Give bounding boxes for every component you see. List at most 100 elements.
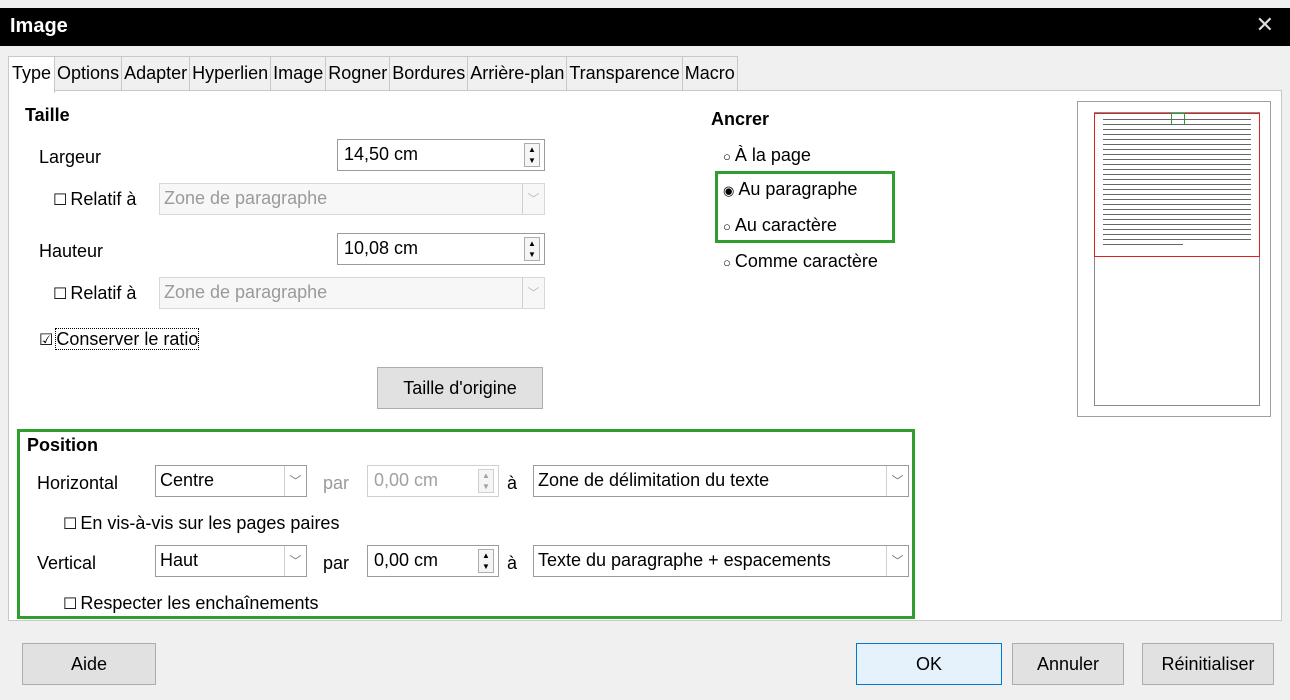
image-dialog: Image ✕ Type Options Adapter Hyperlien I… — [0, 0, 1290, 700]
preview-text-line — [1103, 209, 1251, 210]
vertical-reference-value: Texte du paragraphe + espacements — [538, 550, 831, 570]
relatif-largeur-select[interactable]: Zone de paragraphe ﹀ — [159, 183, 545, 215]
tab-image[interactable]: Image — [270, 56, 327, 91]
chevron-down-icon: ﹀ — [284, 546, 306, 576]
preview-text-line — [1103, 239, 1251, 240]
hauteur-spin-arrows[interactable]: ▲ ▼ — [524, 237, 540, 261]
tab-options[interactable]: Options — [54, 56, 123, 91]
radio-empty-icon: ○ — [723, 149, 731, 164]
radio-empty-icon: ○ — [723, 219, 731, 234]
relatif-hauteur-value: Zone de paragraphe — [164, 282, 328, 302]
relatif-largeur-value: Zone de paragraphe — [164, 188, 328, 208]
chevron-down-icon: ﹀ — [886, 466, 908, 496]
preview-text-line — [1103, 144, 1251, 145]
tab-bordures[interactable]: Bordures — [389, 56, 469, 91]
horizontal-par-label: par — [323, 473, 350, 493]
preview-text-line — [1103, 229, 1251, 230]
anchor-preview — [1077, 101, 1271, 417]
preview-text-line — [1103, 154, 1251, 155]
horizontal-offset-arrows[interactable]: ▲ ▼ — [478, 469, 494, 493]
conserver-ratio-checkbox[interactable]: ☑ Conserver le ratio — [39, 328, 200, 350]
radio-au-paragraphe[interactable]: ◉ Au paragraphe — [723, 179, 857, 200]
relatif-hauteur-checkbox[interactable]: ☐ Relatif à — [53, 283, 136, 304]
help-button[interactable]: Aide — [22, 643, 156, 685]
preview-text-line — [1103, 134, 1251, 135]
preview-text-line — [1103, 129, 1251, 130]
vertical-offset-arrows[interactable]: ▲ ▼ — [478, 549, 494, 573]
relatif-hauteur-label: Relatif à — [70, 283, 137, 303]
horizontal-label: Horizontal — [37, 473, 119, 493]
horizontal-a-label: à — [507, 473, 518, 493]
chevron-down-icon: ﹀ — [522, 278, 544, 308]
vertical-select[interactable]: Haut ﹀ — [155, 545, 307, 577]
conserver-ratio-label: Conserver le ratio — [55, 328, 200, 350]
preview-text-line — [1103, 204, 1251, 205]
preview-text-line — [1103, 219, 1251, 220]
preview-text-line — [1103, 159, 1251, 160]
horizontal-offset-value: 0,00 cm — [374, 470, 439, 490]
vertical-value: Haut — [160, 550, 199, 570]
preview-text-line — [1103, 174, 1251, 175]
radio-comme-caractere[interactable]: ○ Comme caractère — [723, 251, 878, 272]
checkbox-unchecked-icon: ☐ — [63, 596, 78, 613]
preview-text-line — [1103, 189, 1251, 190]
title-bar: Image ✕ — [0, 8, 1290, 46]
vertical-offset-spinbox[interactable]: 0,00 cm ▲ ▼ — [367, 545, 499, 577]
chevron-down-icon: ﹀ — [886, 546, 908, 576]
relatif-largeur-checkbox[interactable]: ☐ Relatif à — [53, 189, 136, 210]
position-heading: Position — [27, 435, 98, 455]
preview-text-line — [1103, 234, 1251, 235]
horizontal-select[interactable]: Centre ﹀ — [155, 465, 307, 497]
vertical-par-label: par — [323, 553, 350, 573]
ok-button[interactable]: OK — [856, 643, 1002, 685]
largeur-value: 14,50 cm — [344, 144, 419, 164]
horizontal-reference-select[interactable]: Zone de délimitation du texte ﹀ — [533, 465, 909, 497]
tab-bar: Type Options Adapter Hyperlien Image Rog… — [8, 56, 738, 93]
hauteur-value: 10,08 cm — [344, 238, 419, 258]
preview-text-line — [1103, 139, 1251, 140]
preview-text-line — [1103, 184, 1251, 185]
radio-au-caractere[interactable]: ○ Au caractère — [723, 215, 837, 236]
preview-text-line — [1103, 199, 1251, 200]
tab-type[interactable]: Type — [8, 56, 56, 93]
type-tab-panel: Taille Largeur 14,50 cm ▲ ▼ ☐ Relatif à Zo… — [8, 90, 1282, 621]
radio-au-paragraphe-label: Au paragraphe — [738, 179, 858, 199]
reset-button[interactable]: Réinitialiser — [1142, 643, 1274, 685]
vertical-reference-select[interactable]: Texte du paragraphe + espacements ﹀ — [533, 545, 909, 577]
hauteur-spinbox[interactable]: 10,08 cm ▲ ▼ — [337, 233, 545, 265]
taille-origine-button[interactable]: Taille d'origine — [377, 367, 543, 409]
preview-text-line — [1103, 169, 1251, 170]
preview-text-line — [1103, 179, 1251, 180]
tab-hyperlien[interactable]: Hyperlien — [189, 56, 272, 91]
radio-a-la-page[interactable]: ○ À la page — [723, 145, 811, 166]
relatif-hauteur-select[interactable]: Zone de paragraphe ﹀ — [159, 277, 545, 309]
hauteur-label: Hauteur — [39, 241, 104, 261]
chevron-down-icon: ﹀ — [522, 184, 544, 214]
ancrer-heading: Ancrer — [711, 109, 770, 129]
largeur-spinbox[interactable]: 14,50 cm ▲ ▼ — [337, 139, 545, 171]
vertical-label: Vertical — [37, 553, 97, 573]
radio-selected-icon: ◉ — [723, 183, 735, 198]
vis-a-vis-checkbox[interactable]: ☐ En vis-à-vis sur les pages paires — [63, 513, 339, 534]
chevron-down-icon: ﹀ — [284, 466, 306, 496]
vis-a-vis-label: En vis-à-vis sur les pages paires — [80, 513, 340, 533]
largeur-spin-arrows[interactable]: ▲ ▼ — [524, 143, 540, 167]
tab-transparence[interactable]: Transparence — [566, 56, 683, 91]
tab-arriere-plan[interactable]: Arrière-plan — [467, 56, 568, 91]
preview-text-line — [1103, 124, 1251, 125]
horizontal-offset-spinbox[interactable]: 0,00 cm ▲ ▼ — [367, 465, 499, 497]
horizontal-value: Centre — [160, 470, 215, 490]
radio-a-la-page-label: À la page — [734, 145, 811, 165]
radio-au-caractere-label: Au caractère — [734, 215, 837, 235]
tab-adapter[interactable]: Adapter — [121, 56, 191, 91]
tab-macro[interactable]: Macro — [681, 56, 738, 91]
tab-rogner[interactable]: Rogner — [325, 56, 391, 91]
preview-page — [1094, 112, 1260, 406]
largeur-label: Largeur — [39, 147, 102, 167]
respecter-enchainements-checkbox[interactable]: ☐ Respecter les enchaînements — [63, 593, 318, 614]
preview-text-line — [1103, 119, 1251, 120]
close-icon[interactable]: ✕ — [1256, 12, 1274, 38]
vertical-offset-value: 0,00 cm — [374, 550, 439, 570]
cancel-button[interactable]: Annuler — [1012, 643, 1124, 685]
horizontal-reference-value: Zone de délimitation du texte — [538, 470, 770, 490]
